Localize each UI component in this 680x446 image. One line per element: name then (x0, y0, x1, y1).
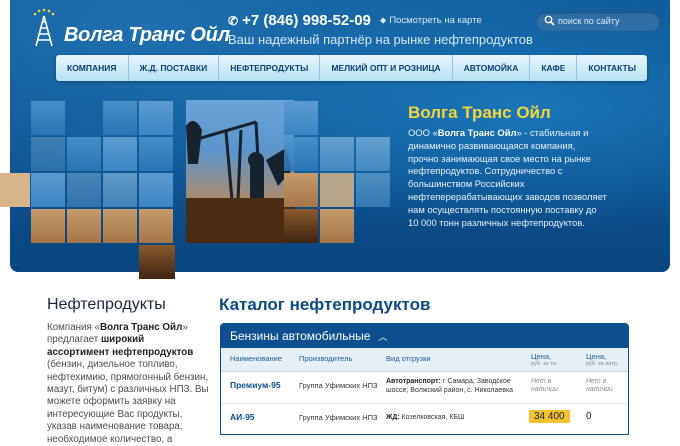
oil-tower-logo-icon (33, 8, 55, 47)
ship-text: шоссе; Волжский район, с. Николаевка (386, 387, 514, 394)
na-line: Нет в (586, 378, 607, 385)
mosaic-tile (139, 101, 173, 135)
section-label: Бензины автомобильные (230, 329, 371, 343)
mosaic-tile (284, 209, 318, 243)
oil-pump-photo (186, 100, 294, 243)
col-name[interactable]: Наименование (230, 354, 282, 363)
price-t-na: Нет в наличии (531, 378, 558, 394)
mosaic-tile (139, 209, 173, 243)
hero-banner: Волга Транс Ойл ✆ +7 (846) 998-52-09 ⬥ Пос… (10, 0, 670, 272)
product-shipping: Автотранспорт: г Самара, Заводское шоссе;… (386, 377, 513, 395)
col-shipping[interactable]: Вид отгрузки (386, 354, 431, 363)
intro-column: Нефтепродукты Компания «Волга Транс Ойл»… (47, 296, 209, 446)
mosaic-tile (320, 173, 354, 207)
mosaic-tile (31, 173, 65, 207)
product-producer: Группа Уфимских НПЗ (299, 381, 378, 390)
mosaic-tile (284, 101, 318, 135)
mosaic-tile (103, 101, 137, 135)
nav-item-car-wash[interactable]: АВТОМОЙКА (452, 55, 531, 81)
nav-item-contacts[interactable]: КОНТАКТЫ (577, 55, 648, 81)
phone-text: +7 (846) 998-52-09 (242, 12, 371, 29)
hero-description: ООО «Волга Транс Ойл» - стабильная и дин… (408, 127, 608, 229)
map-link[interactable]: ⬥ Посмотреть на карте (380, 15, 482, 26)
search-icon[interactable] (544, 15, 555, 26)
hero-prefix: ООО « (408, 127, 438, 138)
nav-item-cafe[interactable]: КАФЕ (530, 55, 578, 81)
na-line: Нет в (531, 378, 552, 385)
mosaic-tile (103, 173, 137, 207)
nav-item-rail-supply[interactable]: Ж.Д. ПОСТАВКИ (128, 55, 220, 81)
product-name[interactable]: АИ-95 (230, 412, 255, 422)
intro-part: (бензин, дизельное топливо, нефтехимию, … (47, 359, 209, 445)
product-shipping: ЖД: Козелковская, КБШ (386, 413, 464, 422)
catalog-table: Бензины автомобильные ︿ Наименование Прои… (220, 323, 629, 435)
phone-icon: ✆ (228, 14, 239, 28)
mosaic-tile (284, 173, 318, 207)
mosaic-tile (67, 137, 101, 171)
mosaic-tile (320, 209, 354, 243)
col-price-l-unit: руб. за литр. (586, 361, 619, 367)
chevron-up-icon[interactable]: ︿ (378, 332, 387, 342)
nav-item-small-wholesale[interactable]: МЕЛКИЙ ОПТ И РОЗНИЦА (320, 55, 453, 81)
hero-text: » - стабильная и динамично развивающаяся… (408, 127, 607, 228)
na-line: наличии (586, 386, 613, 393)
catalog-section-header[interactable]: Бензины автомобильные ︿ (221, 324, 628, 348)
mosaic-tile (356, 173, 390, 207)
mosaic-tile-edge (0, 173, 30, 207)
price-l-na: Нет в наличии (586, 378, 613, 394)
nav-item-company[interactable]: КОМПАНИЯ (56, 55, 129, 81)
catalog-title: Каталог нефтепродуктов (219, 295, 431, 314)
intro-part: Компания « (47, 322, 101, 333)
mosaic-tile (139, 173, 173, 207)
search-input[interactable] (556, 13, 658, 29)
mosaic-tile (67, 173, 101, 207)
logo-text: Волга Транс Ойл (64, 24, 230, 46)
section-title: Нефтепродукты (47, 296, 166, 313)
col-producer[interactable]: Производитель (299, 354, 352, 363)
main-nav: КОМПАНИЯ Ж.Д. ПОСТАВКИ НЕФТЕПРОДУКТЫ МЕЛ… (56, 55, 648, 81)
phone-number[interactable]: ✆ +7 (846) 998-52-09 (228, 12, 371, 29)
hero-title: Волга Транс Ойл (408, 103, 551, 122)
price-l: 0 (586, 411, 592, 422)
col-price-l[interactable]: Цена, (586, 352, 606, 361)
col-price-t[interactable]: Цена, (531, 352, 551, 361)
mosaic-tile (320, 137, 354, 171)
search-box[interactable] (536, 12, 660, 31)
product-producer: Группа Уфимских НПЗ (299, 413, 378, 422)
price-badge[interactable]: 34 400 (529, 410, 570, 423)
mosaic-tile (284, 137, 318, 171)
ship-label: Автотранспорт: (386, 378, 441, 385)
map-pin-icon: ⬥ (380, 15, 387, 25)
product-name[interactable]: Премиум-95 (230, 380, 281, 390)
table-header: Наименование Производитель Вид отгрузки … (221, 348, 628, 372)
logo[interactable]: Волга Транс Ойл (30, 8, 230, 48)
mosaic-tile (103, 209, 137, 243)
na-line: наличии (531, 386, 558, 393)
intro-text: Компания «Волга Транс Ойл» предлагает ши… (47, 322, 209, 446)
map-link-text: Посмотреть на карте (389, 15, 482, 26)
nav-item-oil-products[interactable]: НЕФТЕПРОДУКТЫ (219, 55, 321, 81)
mosaic-tile (31, 209, 65, 243)
intro-company: Волга Транс Ойл (100, 322, 183, 333)
mosaic-tile (103, 137, 137, 171)
ship-text: г Самара, Заводское (440, 378, 511, 385)
mosaic-tile (139, 137, 173, 171)
mosaic-tile (356, 137, 390, 171)
mosaic-tile (67, 209, 101, 243)
col-price-t-unit: руб. за тн. (531, 361, 558, 367)
mosaic-tile (31, 137, 65, 171)
mosaic-tile-edge (139, 245, 175, 279)
mosaic-tile (31, 101, 65, 135)
table-row[interactable]: Премиум-95 Группа Уфимских НПЗ Автотранс… (221, 372, 628, 404)
tagline: Ваш надежный партнёр на рынке нефтепроду… (228, 32, 533, 47)
hero-company: Волга Транс Ойл (437, 127, 517, 138)
